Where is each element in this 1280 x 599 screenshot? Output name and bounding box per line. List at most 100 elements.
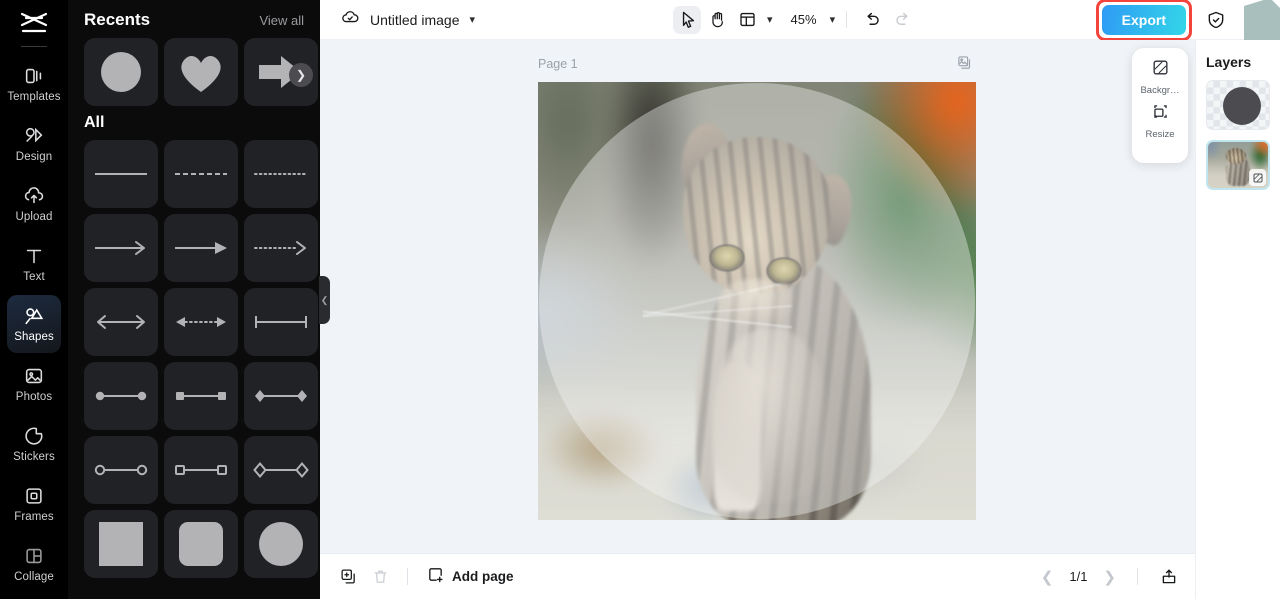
shape-bar-line[interactable] [244, 288, 318, 356]
mask-icon [1249, 169, 1266, 186]
shape-heart[interactable] [164, 38, 238, 106]
sidebar-label-upload: Upload [15, 211, 53, 223]
capcut-logo-icon[interactable] [14, 8, 54, 38]
bottom-divider [407, 568, 408, 585]
add-page-icon [427, 566, 444, 588]
shape-dotted-arrow[interactable] [244, 214, 318, 282]
prev-page-button[interactable]: ❮ [1037, 568, 1058, 586]
cloud-saved-icon [340, 7, 360, 32]
shapes-icon [23, 305, 45, 327]
shape-square-line-square[interactable] [164, 362, 238, 430]
design-icon [23, 125, 45, 147]
shape-double-arrow[interactable] [84, 288, 158, 356]
add-page-button[interactable]: Add page [421, 566, 520, 588]
resize-icon [1151, 102, 1170, 126]
photos-icon [23, 365, 45, 387]
text-icon [23, 245, 45, 267]
shape-square-outline-line[interactable] [164, 436, 238, 504]
page-count: 1/1 [1069, 569, 1088, 584]
sidebar-item-collage[interactable]: Collage [7, 535, 61, 593]
circle-shape-layer[interactable] [539, 83, 975, 519]
panel-header: Recents View all [68, 0, 320, 36]
sidebar-label-shapes: Shapes [14, 331, 54, 343]
collage-icon [23, 545, 45, 567]
export-upload-button[interactable] [1155, 563, 1183, 591]
next-page-button[interactable]: ❯ [1099, 568, 1120, 586]
sidebar-item-text[interactable]: Text [7, 235, 61, 293]
canvas-page[interactable] [538, 82, 976, 520]
resize-action-label: Resize [1145, 129, 1175, 140]
shape-solid-arrow[interactable] [164, 214, 238, 282]
background-action[interactable]: Backgr… [1134, 58, 1186, 96]
frames-icon [23, 485, 45, 507]
left-icon-rail: Templates Design Upload Text Shapes Phot… [0, 0, 68, 599]
delete-page-button[interactable] [366, 563, 394, 591]
layout-dropdown-icon[interactable]: ▾ [767, 13, 773, 26]
sidebar-label-collage: Collage [14, 571, 54, 583]
view-all-link[interactable]: View all [259, 13, 304, 28]
shape-diamond-line-diamond[interactable] [244, 362, 318, 430]
sidebar-label-stickers: Stickers [13, 451, 55, 463]
bottom-right-group: ❮ 1/1 ❯ [1037, 563, 1195, 591]
document-title[interactable]: Untitled image [370, 12, 460, 28]
layout-tool-button[interactable] [733, 6, 761, 34]
recents-title: Recents [84, 10, 151, 29]
export-highlight-box: Export [1095, 0, 1192, 41]
zoom-level-value: 45% [790, 12, 817, 27]
shape-diamond-outline-line[interactable] [244, 436, 318, 504]
duplicate-page-button[interactable] [334, 563, 362, 591]
undo-button[interactable] [858, 6, 886, 34]
sidebar-item-photos[interactable]: Photos [7, 355, 61, 413]
select-tool-button[interactable] [673, 5, 701, 34]
layer-item-image[interactable] [1206, 140, 1270, 190]
hand-tool-button[interactable] [703, 6, 731, 34]
image-editor-app: Templates Design Upload Text Shapes Phot… [0, 0, 1280, 599]
canvas-area[interactable]: Page 1 [320, 40, 1195, 553]
sidebar-label-templates: Templates [7, 91, 61, 103]
sidebar-item-design[interactable]: Design [7, 115, 61, 173]
chevron-left-icon: ❮ [320, 294, 329, 305]
sidebar-item-upload[interactable]: Upload [7, 175, 61, 233]
shape-dot-line-dot[interactable] [84, 362, 158, 430]
shape-rounded-square[interactable] [164, 510, 238, 578]
sidebar-label-photos: Photos [15, 391, 53, 403]
shape-thin-arrow[interactable] [84, 214, 158, 282]
topbar-right-group: Export [1095, 0, 1280, 42]
shape-circle-outline-line[interactable] [84, 436, 158, 504]
shield-check-icon[interactable] [1202, 6, 1230, 34]
bottom-toolbar: Add page ❮ 1/1 ❯ [320, 553, 1195, 599]
sidebar-label-text: Text [23, 271, 45, 283]
background-icon [1151, 58, 1170, 82]
sidebar-item-templates[interactable]: Templates [7, 55, 61, 113]
sidebar-item-shapes[interactable]: Shapes [7, 295, 61, 353]
layers-panel: Layers [1195, 40, 1280, 599]
shape-dotted-double-arrow[interactable] [164, 288, 238, 356]
shape-square[interactable] [84, 510, 158, 578]
sidebar-item-stickers[interactable]: Stickers [7, 415, 61, 473]
add-page-label: Add page [452, 569, 514, 584]
document-title-group: Untitled image ▾ [320, 7, 475, 32]
avatar[interactable] [1244, 0, 1280, 42]
redo-button[interactable] [888, 6, 916, 34]
templates-icon [23, 65, 45, 87]
layer-item-circle[interactable] [1206, 80, 1270, 130]
chevron-right-icon: ❯ [295, 68, 307, 82]
page-label: Page 1 [538, 57, 578, 71]
canvas-action-card: Backgr… Resize [1132, 48, 1188, 163]
duplicate-page-icon[interactable] [957, 55, 972, 75]
resize-action[interactable]: Resize [1134, 102, 1186, 140]
circle-shape-thumb [1223, 87, 1261, 125]
zoom-dropdown-icon[interactable]: ▾ [830, 13, 836, 26]
panel-collapse-handle[interactable]: ❮ [319, 276, 330, 324]
recents-next-button[interactable]: ❯ [289, 63, 313, 87]
sidebar-item-frames[interactable]: Frames [7, 475, 61, 533]
shape-dotted-line[interactable] [244, 140, 318, 208]
shape-solid-line[interactable] [84, 140, 158, 208]
export-button[interactable]: Export [1101, 5, 1186, 35]
bottom-right-divider [1137, 568, 1138, 585]
shape-dashed-line[interactable] [164, 140, 238, 208]
shape-circle[interactable] [84, 38, 158, 106]
background-action-label: Backgr… [1140, 85, 1180, 96]
document-dropdown-icon[interactable]: ▾ [470, 13, 476, 26]
shape-circle-2[interactable] [244, 510, 318, 578]
